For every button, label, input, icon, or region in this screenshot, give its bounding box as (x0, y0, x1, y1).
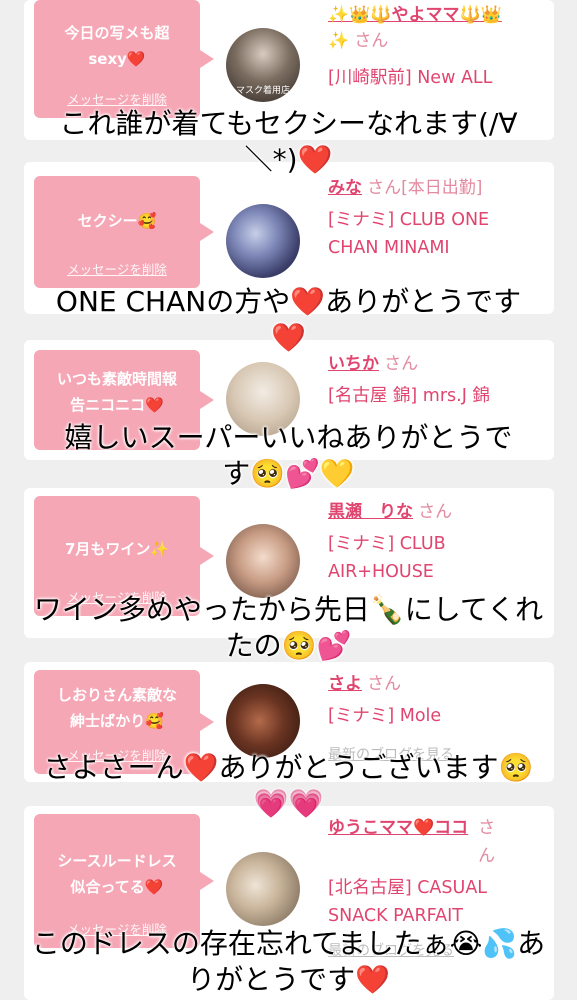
message-text: しおりさん素敵な 紳士ばかり🥰 (56, 686, 177, 730)
honorific: さ ん (478, 818, 496, 866)
message-text: 7月もワイン✨ (64, 540, 170, 558)
avatar[interactable]: マスク着用店 (226, 28, 300, 102)
message-bubble: 今日の写メも超 sexy❤️ メッセージを削除 (34, 0, 214, 118)
avatar[interactable] (226, 204, 300, 278)
honorific: さん (367, 674, 402, 694)
message-text: セクシー🥰 (77, 212, 157, 230)
message-text: いつも素敵時間報 告ニコニコ❤️ (56, 370, 177, 414)
overlay-caption: このドレスの存在忘れてましたぁ😭💦あ りがとうです❤️ (31, 927, 546, 996)
shop-name-cont: CHAN MINAMI (328, 238, 450, 258)
honorific: さん (418, 502, 453, 522)
sender-info: ✨👑🔱やよママ🔱👑 ✨ さん [川崎駅前] New ALL (328, 2, 548, 92)
shop-name: [ミナミ] CLUB ONE (328, 210, 490, 230)
overlay-caption: 嬉しいスーパーいいねありがとうで す🥺💕💛 (64, 421, 513, 490)
shop-name: [名古屋 錦] mrs.J 錦 (328, 386, 490, 406)
avatar[interactable] (226, 524, 300, 598)
avatar[interactable] (226, 684, 300, 758)
message-bubble: セクシー🥰 メッセージを削除 (34, 176, 214, 288)
sender-name-link[interactable]: ✨👑🔱やよママ🔱👑 (328, 5, 502, 25)
sender-name-link[interactable]: さよ (328, 674, 362, 694)
sender-name-link[interactable]: ゆうこママ❤️ココ (328, 814, 468, 870)
sender-info: 黒瀬 りな さん [ミナミ] CLUB AIR+HOUSE (328, 498, 548, 586)
sender-name-cont: ✨ (328, 31, 350, 51)
shop-name: [ミナミ] Mole (328, 706, 442, 726)
message-text: シースルードレス 似合ってる❤️ (57, 852, 177, 896)
honorific: さん (354, 31, 389, 51)
shop-name-cont: AIR+HOUSE (328, 562, 434, 582)
overlay-caption: これ誰が着てもセクシーなれます(/∀ ＼*)❤️ (59, 107, 518, 176)
shop-name: [川崎駅前] New ALL (328, 68, 493, 88)
overlay-caption: ONE CHANの方や❤️ありがとうです ❤️ (55, 285, 522, 354)
overlay-caption: さよさーん❤️ありがとうございます🥺 💗💗 (43, 751, 534, 820)
sender-name-link[interactable]: みな (328, 178, 362, 198)
delete-message-link[interactable]: メッセージを削除 (34, 259, 200, 278)
sender-info: いちか さん [名古屋 錦] mrs.J 錦 (328, 350, 548, 410)
sender-name-link[interactable]: 黒瀬 りな (328, 502, 413, 522)
message-text: 今日の写メも超 sexy❤️ (64, 24, 170, 68)
sender-name-link[interactable]: いちか (328, 354, 379, 374)
honorific: さん (384, 354, 419, 374)
sender-info: みな さん[本日出勤] [ミナミ] CLUB ONE CHAN MINAMI (328, 174, 548, 262)
shop-name: [北名古屋] CASUAL (328, 878, 488, 898)
honorific: さん[本日出勤] (367, 178, 483, 198)
overlay-caption: ワイン多めやったから先日🍾にしてくれ たの🥺💕 (33, 593, 544, 662)
shop-name: [ミナミ] CLUB (328, 534, 446, 554)
avatar[interactable] (226, 852, 300, 926)
avatar-caption: マスク着用店 (235, 86, 290, 96)
